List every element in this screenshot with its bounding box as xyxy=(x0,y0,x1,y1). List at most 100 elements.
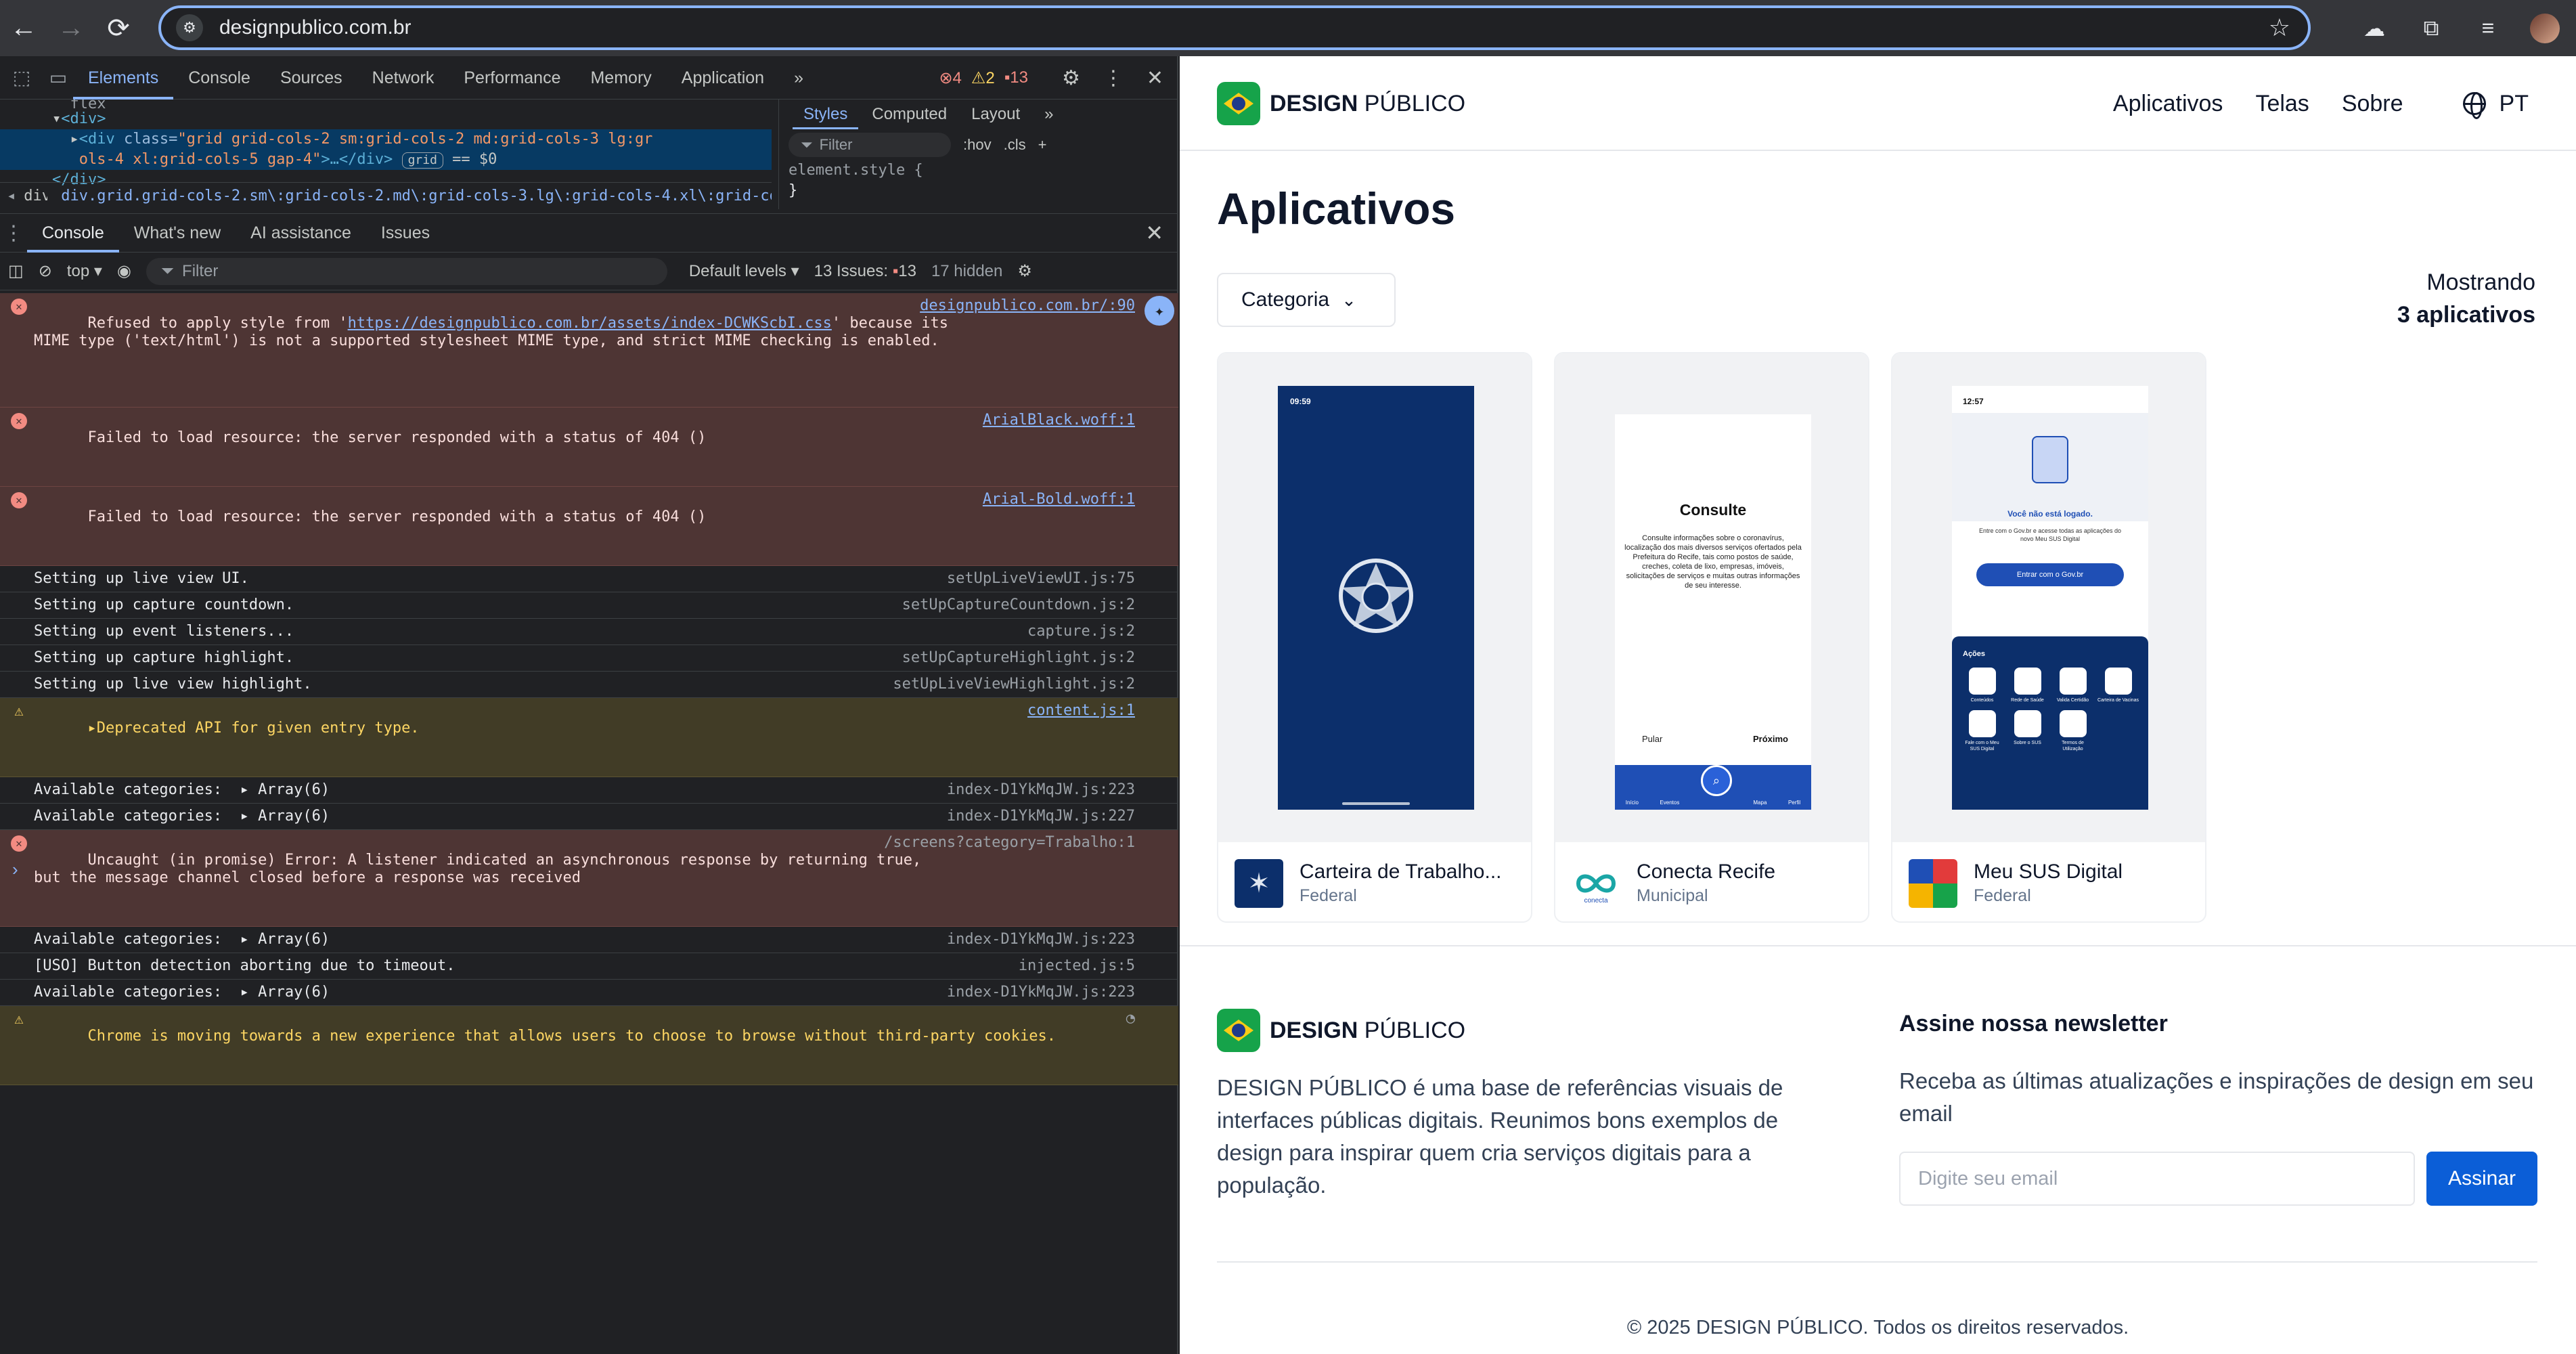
console-message[interactable]: Setting up capture highlight. setUpCaptur… xyxy=(0,645,1178,672)
language-selector[interactable]: PT xyxy=(2462,91,2529,119)
drawer-tab-whats-new[interactable]: What's new xyxy=(119,213,236,253)
console-filter-input[interactable]: ⏷ Filter xyxy=(146,257,667,285)
drawer-tab-issues[interactable]: Issues xyxy=(366,213,445,253)
dom-line[interactable]: ▾<div> xyxy=(0,109,772,129)
tab-computed[interactable]: Computed xyxy=(861,100,958,129)
console-message-warning[interactable]: ⚠ Chrome is moving towards a new experien… xyxy=(0,1006,1178,1085)
message-source-link[interactable]: index-D1YkMqJW.js:223 xyxy=(947,984,1135,1001)
error-count-badge[interactable]: ⊗4 xyxy=(939,68,961,88)
console-message-error[interactable]: ✕ Failed to load resource: the server res… xyxy=(0,487,1178,566)
devtools-tab-memory[interactable]: Memory xyxy=(575,56,666,100)
devtools-tab-sources[interactable]: Sources xyxy=(265,56,357,100)
back-icon[interactable]: ← xyxy=(0,0,47,56)
message-source-link[interactable]: Arial-Bold.woff:1 xyxy=(983,491,1135,508)
message-source-link[interactable]: designpublico.com.br/:90 xyxy=(920,297,1135,315)
email-field[interactable] xyxy=(1899,1152,2415,1206)
message-source-link[interactable]: setUpLiveViewUI.js:75 xyxy=(947,570,1135,588)
dom-line-selected-cont[interactable]: ols-4 xl:grid-cols-5 gap-4">…</div> grid… xyxy=(0,150,772,170)
live-expression-eye-icon[interactable]: ◉ xyxy=(117,261,131,281)
clear-console-icon[interactable]: ⊘ xyxy=(39,261,52,281)
expandable-array[interactable]: ▸ Array(6) xyxy=(240,808,330,825)
close-icon[interactable]: ✕ xyxy=(1147,66,1163,90)
extensions-icon[interactable]: ⧉ xyxy=(2416,14,2446,43)
url-text[interactable]: designpublico.com.br xyxy=(219,16,412,39)
console-message-warning[interactable]: ⚠ ▸Deprecated API for given entry type. c… xyxy=(0,698,1178,777)
message-source-link[interactable]: setUpCaptureCountdown.js:2 xyxy=(902,596,1135,614)
css-asset-link[interactable]: https://designpublico.com.br/assets/inde… xyxy=(348,315,832,332)
app-card[interactable]: 12:57 Você não está logado. Entre com o … xyxy=(1891,352,2206,923)
console-message[interactable]: Setting up event listeners... capture.js:… xyxy=(0,619,1178,645)
inspect-icon[interactable]: ⬚ xyxy=(7,63,37,93)
breadcrumb[interactable]: ◂ div div.grid.grid-cols-2.sm\:grid-cols… xyxy=(0,182,772,209)
expandable-array[interactable]: ▸ Array(6) xyxy=(240,984,330,1001)
kebab-menu-icon[interactable]: ⋮ xyxy=(1103,66,1124,90)
site-logo[interactable]: DESIGN PÚBLICO xyxy=(1217,82,1465,125)
message-source-link[interactable]: /screens?category=Trabalho:1 xyxy=(884,834,1135,852)
forward-icon[interactable]: → xyxy=(47,0,95,56)
nav-link-sobre[interactable]: Sobre xyxy=(2342,91,2403,117)
more-styles-tabs-icon[interactable]: » xyxy=(1034,100,1064,129)
message-source-link[interactable]: injected.js:5 xyxy=(1019,957,1135,975)
nav-link-telas[interactable]: Telas xyxy=(2255,91,2309,117)
hov-toggle[interactable]: :hov xyxy=(963,136,992,154)
expandable-array[interactable]: ▸ Array(6) xyxy=(240,781,330,798)
warning-count-badge[interactable]: ⚠2 xyxy=(971,68,995,88)
message-source-link[interactable]: capture.js:2 xyxy=(1027,623,1135,640)
dom-line-selected[interactable]: ▸<div class="grid grid-cols-2 sm:grid-co… xyxy=(0,129,772,150)
devtools-tab-console[interactable]: Console xyxy=(173,56,265,100)
devtools-tab-elements[interactable]: Elements xyxy=(73,56,174,100)
message-source-link[interactable]: index-D1YkMqJW.js:227 xyxy=(947,808,1135,825)
close-drawer-icon[interactable]: ✕ xyxy=(1145,220,1163,246)
console-message[interactable]: Available categories: ▸ Array(6) index-D1… xyxy=(0,927,1178,953)
console-message[interactable]: Setting up capture countdown. setUpCaptur… xyxy=(0,592,1178,619)
reload-icon[interactable]: ⟳ xyxy=(95,0,142,56)
console-message-error[interactable]: ✕ Failed to load resource: the server res… xyxy=(0,408,1178,487)
tab-styles[interactable]: Styles xyxy=(793,100,859,129)
message-source-link[interactable]: setUpLiveViewHighlight.js:2 xyxy=(893,676,1135,693)
message-source-link[interactable]: content.js:1 xyxy=(1027,702,1135,720)
address-bar[interactable]: ⚙ designpublico.com.br ☆ xyxy=(158,5,2311,50)
tab-layout[interactable]: Layout xyxy=(960,100,1031,129)
more-tabs-icon[interactable]: » xyxy=(779,56,818,100)
issue-count-badge[interactable]: ▪13 xyxy=(1004,68,1028,87)
ai-explain-icon[interactable]: ✦ xyxy=(1145,296,1174,326)
star-icon[interactable]: ☆ xyxy=(2269,14,2290,42)
settings-gear-icon[interactable]: ⚙ xyxy=(1062,66,1080,90)
app-card[interactable]: 09:59 ✶ Carteira de Trabalho... Federal xyxy=(1217,352,1532,923)
message-source-link[interactable]: ArialBlack.woff:1 xyxy=(983,412,1135,429)
cookie-icon[interactable]: ◔ xyxy=(1126,1010,1135,1028)
nav-link-aplicativos[interactable]: Aplicativos xyxy=(2113,91,2223,117)
profile-avatar[interactable] xyxy=(2530,13,2560,43)
add-rule-icon[interactable]: + xyxy=(1038,136,1047,154)
message-source-link[interactable]: index-D1YkMqJW.js:223 xyxy=(947,931,1135,948)
issues-counter[interactable]: 13 Issues: ▪13 xyxy=(814,262,916,281)
devtools-tab-performance[interactable]: Performance xyxy=(449,56,575,100)
console-prompt[interactable]: › xyxy=(12,859,18,880)
console-message[interactable]: Available categories: ▸ Array(6) index-D1… xyxy=(0,777,1178,804)
cloud-icon[interactable]: ☁ xyxy=(2359,14,2389,43)
devtools-tab-application[interactable]: Application xyxy=(667,56,779,100)
message-source-link[interactable]: setUpCaptureHighlight.js:2 xyxy=(902,649,1135,667)
issue-badges[interactable]: ⊗4 ⚠2 ▪13 xyxy=(939,56,1028,100)
devtools-tab-network[interactable]: Network xyxy=(357,56,449,100)
expandable-array[interactable]: ▸ Array(6) xyxy=(240,931,330,948)
console-message[interactable]: Available categories: ▸ Array(6) index-D1… xyxy=(0,804,1178,830)
console-message-error[interactable]: ✕ Refused to apply style from 'https://de… xyxy=(0,293,1178,408)
footer-logo[interactable]: DESIGN PÚBLICO xyxy=(1217,1009,1465,1052)
device-toggle-icon[interactable]: ▭ xyxy=(43,63,73,93)
context-select[interactable]: top ▾ xyxy=(67,261,102,281)
element-style-rule[interactable]: element.style { } xyxy=(779,160,1178,201)
console-settings-icon[interactable]: ⚙ xyxy=(1017,261,1032,281)
sidebar-toggle-icon[interactable]: ◫ xyxy=(8,261,24,281)
app-card[interactable]: Consulte Consulte informações sobre o co… xyxy=(1554,352,1869,923)
styles-filter-input[interactable]: ⏷ Filter xyxy=(789,133,951,157)
console-message[interactable]: Setting up live view highlight. setUpLive… xyxy=(0,672,1178,698)
drawer-tab-console[interactable]: Console xyxy=(27,213,119,253)
console-message[interactable]: [USO] Button detection aborting due to t… xyxy=(0,953,1178,980)
drawer-tab-ai-assistance[interactable]: AI assistance xyxy=(236,213,366,253)
site-info-icon[interactable]: ⚙ xyxy=(176,14,203,41)
category-filter-button[interactable]: Categoria ⌄ xyxy=(1217,273,1396,327)
log-levels-select[interactable]: Default levels ▾ xyxy=(689,261,799,281)
console-message[interactable]: Available categories: ▸ Array(6) index-D1… xyxy=(0,980,1178,1006)
media-icon[interactable]: ≡ xyxy=(2473,14,2503,43)
